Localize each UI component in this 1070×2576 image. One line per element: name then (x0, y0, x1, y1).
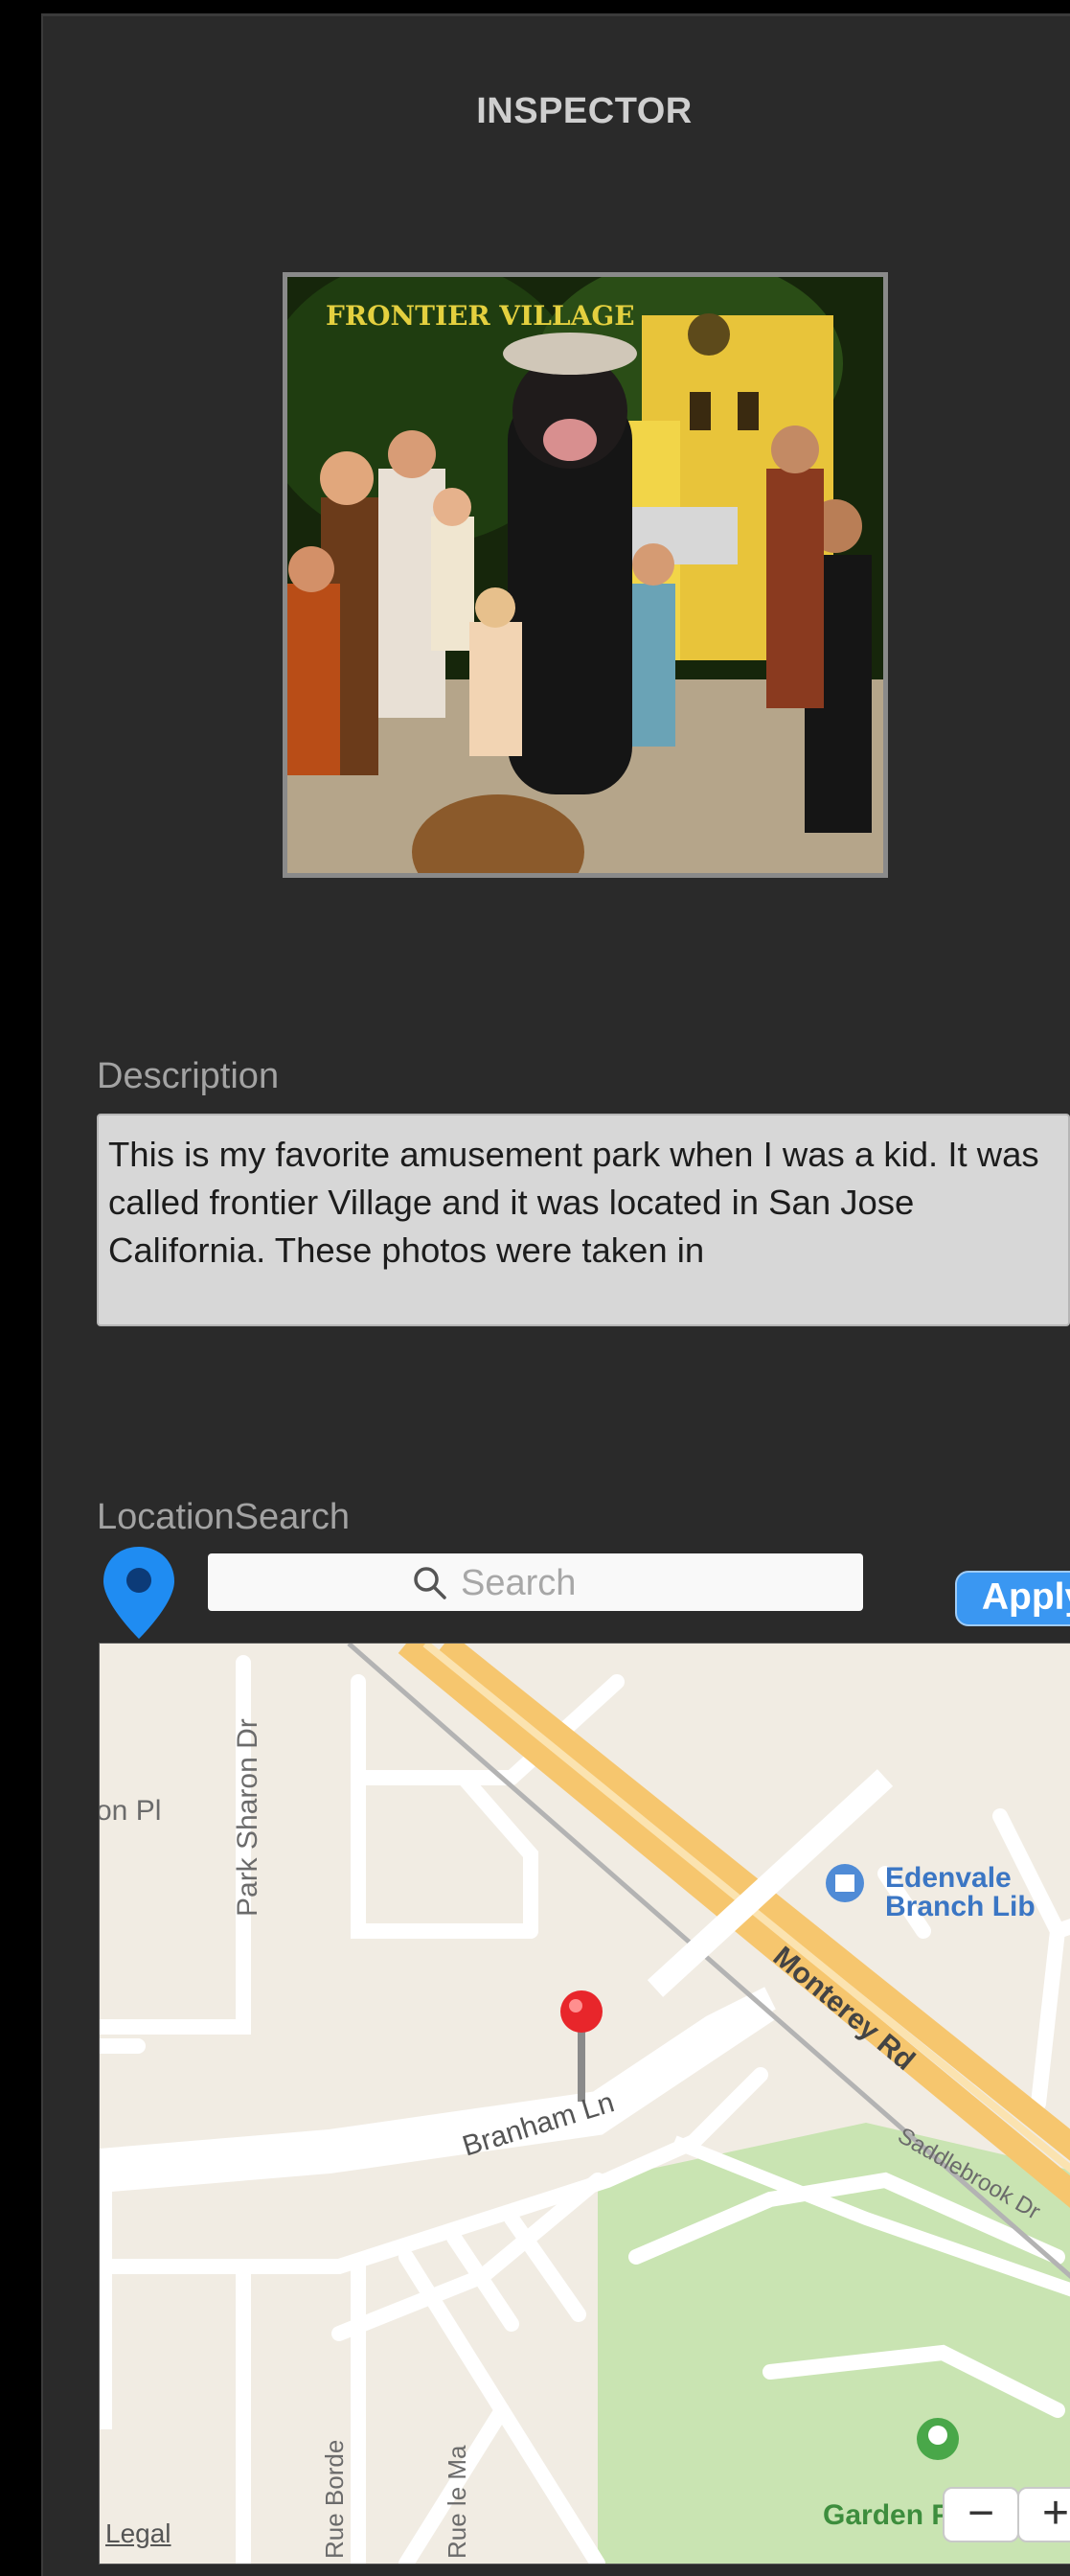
zoom-out-button[interactable]: − (943, 2487, 1019, 2542)
map-label-edenvale-1: Edenvale (885, 1862, 1012, 1894)
apply-button[interactable]: Apply (955, 1571, 1070, 1626)
map-view[interactable]: on Pl Park Sharon Dr Edenvale Branch Lib… (99, 1643, 1070, 2564)
search-input[interactable] (459, 1558, 846, 1608)
photo-sign-text: FRONTIER VILLAGE (326, 300, 635, 332)
map-label-park-sharon: Park Sharon Dr (232, 1718, 263, 1917)
map-label-rue-le-ma: Rue le Ma (443, 2445, 471, 2560)
photo-image: FRONTIER VILLAGE (287, 277, 883, 873)
description-label: Description (97, 1056, 280, 1096)
photo-thumbnail[interactable]: FRONTIER VILLAGE (283, 272, 888, 878)
location-search-label: LocationSearch (97, 1497, 351, 1537)
inspector-panel: INSPECTOR FRONTIER VILLAGE Description T… (41, 13, 1070, 2576)
location-pin-icon[interactable] (101, 1545, 177, 1641)
description-textarea[interactable]: This is my favorite amusement park when … (97, 1114, 1070, 1326)
map-legal-link[interactable]: Legal (105, 2518, 171, 2549)
map-label-on-pl: on Pl (99, 1795, 162, 1827)
map-label-rue-borde: Rue Borde (320, 2439, 349, 2559)
map-label-edenvale-2: Branch Lib (885, 1891, 1036, 1922)
zoom-in-button[interactable]: + (1017, 2487, 1070, 2542)
location-search-field[interactable] (208, 1553, 863, 1611)
inspector-title: INSPECTOR (476, 91, 693, 131)
search-icon (414, 1567, 446, 1599)
